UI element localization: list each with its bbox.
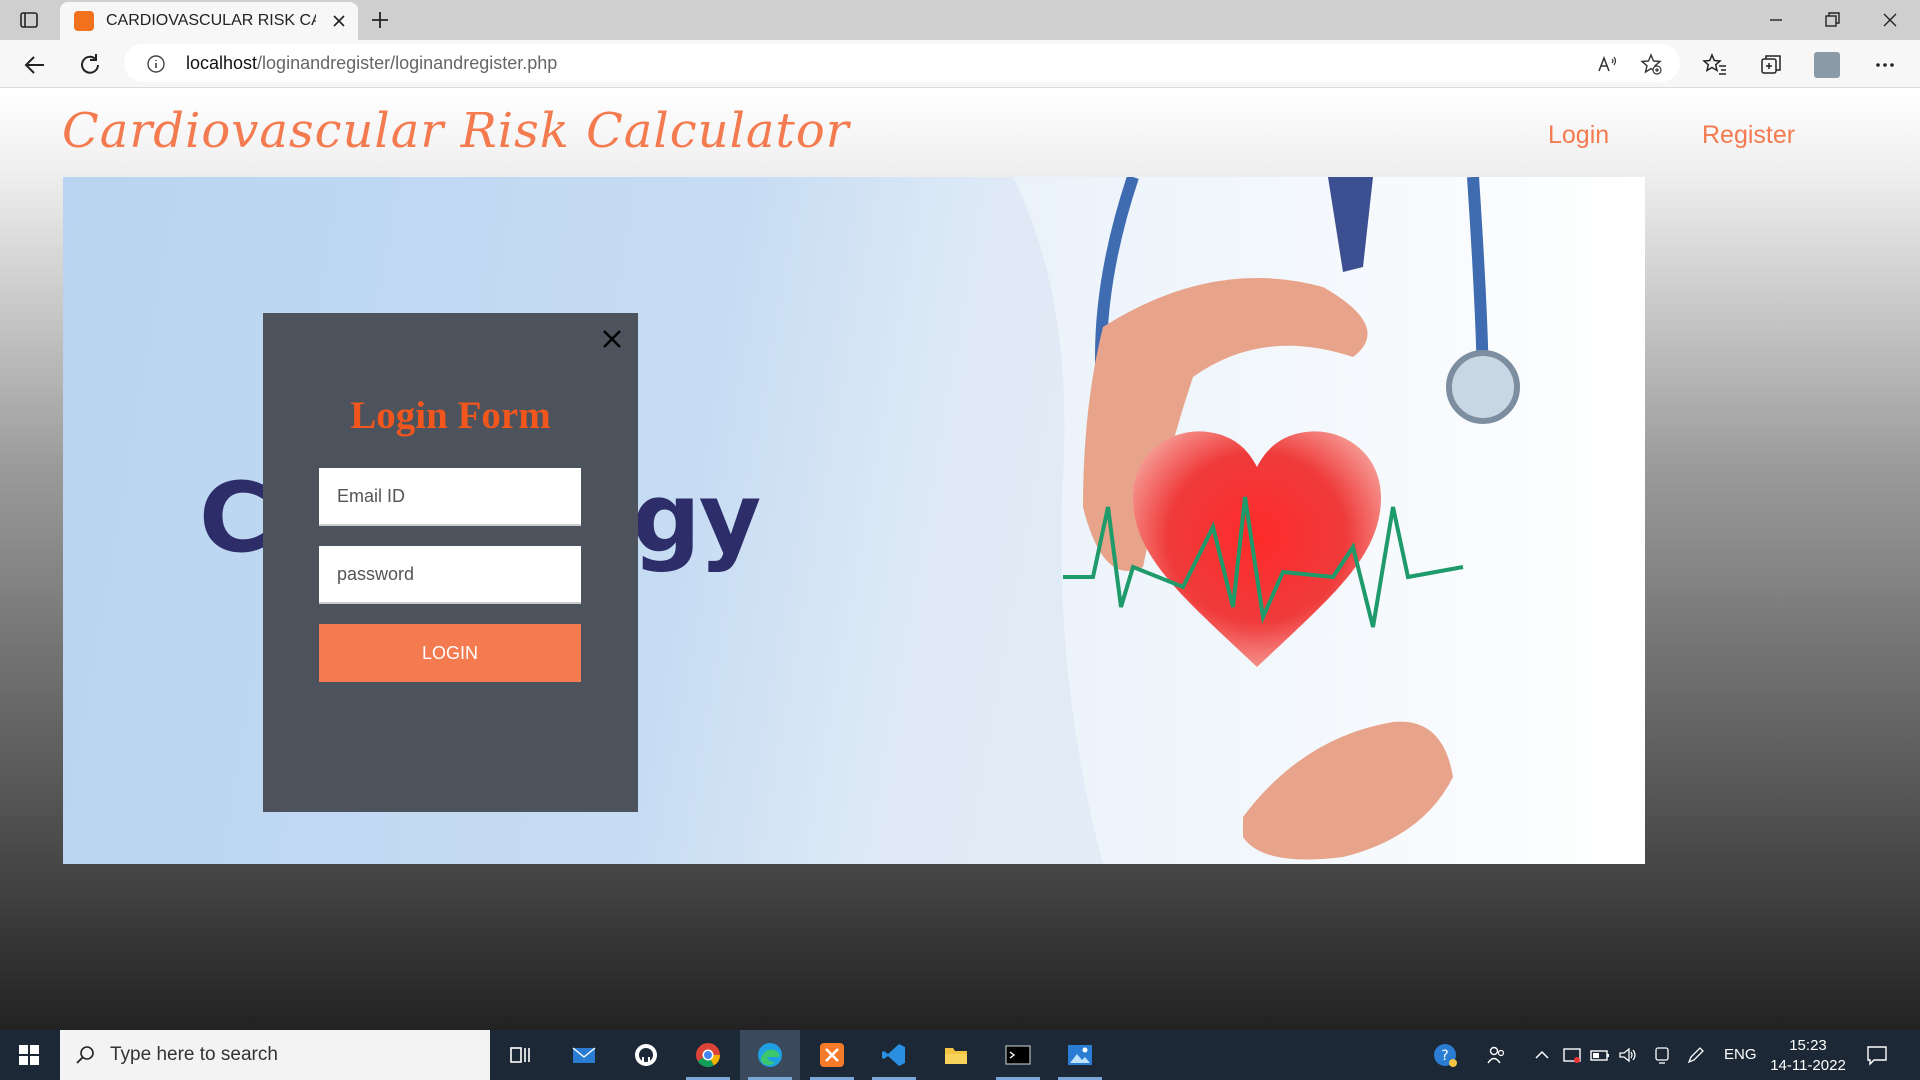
address-bar[interactable]: localhost/loginandregister/loginandregis… [124, 44, 1680, 82]
password-field[interactable] [319, 546, 581, 604]
mail-icon [572, 1047, 596, 1063]
people-icon[interactable] [1486, 1045, 1506, 1065]
taskbar-search-box[interactable]: Type here to search [60, 1030, 490, 1080]
clock-date: 14-11-2022 [1770, 1057, 1846, 1074]
edge-icon [758, 1043, 782, 1067]
read-aloud-icon[interactable] [1596, 53, 1618, 75]
taskbar-terminal-app[interactable] [988, 1030, 1048, 1080]
svg-text:?: ? [1441, 1048, 1448, 1064]
xampp-icon [820, 1043, 844, 1067]
refresh-icon[interactable] [77, 52, 103, 78]
xampp-favicon-icon [74, 11, 94, 31]
window-close-icon[interactable] [1878, 8, 1902, 32]
chrome-icon [696, 1043, 720, 1068]
windows-taskbar: Type here to search ? ENG 15:23 14-11-20… [0, 1030, 1920, 1080]
new-tab-icon[interactable] [368, 8, 392, 32]
language-indicator[interactable]: ENG [1724, 1046, 1757, 1063]
modal-close-icon[interactable] [600, 327, 624, 351]
taskbar-vscode-app[interactable] [864, 1030, 924, 1080]
terminal-icon [1005, 1045, 1031, 1065]
device-icon[interactable] [1652, 1045, 1672, 1065]
clock-time: 15:23 [1789, 1037, 1827, 1054]
login-modal: Login Form LOGIN [263, 313, 638, 812]
pen-icon[interactable] [1686, 1045, 1706, 1065]
back-arrow-icon[interactable] [22, 52, 48, 78]
security-icon[interactable] [1562, 1045, 1582, 1065]
taskbar-xampp-app[interactable] [802, 1030, 862, 1080]
browser-toolbar: localhost/loginandregister/loginandregis… [0, 40, 1920, 88]
show-hidden-icons-icon[interactable] [1532, 1045, 1552, 1065]
notifications-icon[interactable] [1866, 1044, 1888, 1066]
favorites-icon[interactable] [1702, 52, 1728, 78]
collections-icon[interactable] [1758, 52, 1784, 78]
search-placeholder: Type here to search [110, 1044, 278, 1065]
email-field[interactable] [319, 468, 581, 526]
nav-login-link[interactable]: Login [1548, 121, 1609, 150]
taskbar-explorer-app[interactable] [926, 1030, 986, 1080]
file-explorer-icon [945, 1048, 967, 1064]
task-view-icon [510, 1047, 530, 1063]
browser-tab-bar: CARDIOVASCULAR RISK CALCUL [0, 0, 1920, 40]
add-favorite-icon[interactable] [1640, 53, 1662, 75]
nav-register-link[interactable]: Register [1702, 121, 1795, 150]
tab-actions-icon[interactable] [18, 9, 40, 31]
login-form-title: Login Form [350, 394, 551, 437]
system-clock[interactable]: 15:23 14-11-2022 [1768, 1036, 1848, 1076]
more-options-icon[interactable] [1872, 52, 1898, 78]
taskbar-chrome-app[interactable] [678, 1030, 738, 1080]
browser-tab[interactable]: CARDIOVASCULAR RISK CALCUL [60, 2, 358, 40]
restore-icon[interactable] [1820, 8, 1844, 32]
vscode-icon [882, 1044, 905, 1066]
web-page: Cardiovascular Risk Calculator Login Reg… [0, 89, 1920, 1030]
tab-title: CARDIOVASCULAR RISK CALCUL [106, 12, 316, 29]
taskbar-mail-app[interactable] [554, 1030, 614, 1080]
github-desktop-icon [635, 1044, 657, 1066]
profile-avatar[interactable] [1814, 52, 1840, 78]
taskbar-edge-app[interactable] [740, 1030, 800, 1080]
site-info-icon[interactable] [146, 54, 166, 74]
url-text[interactable]: localhost/loginandregister/loginandregis… [186, 53, 557, 74]
tab-close-icon[interactable] [330, 12, 348, 30]
site-title: Cardiovascular Risk Calculator [62, 103, 850, 159]
login-button[interactable]: LOGIN [319, 624, 581, 682]
taskbar-github-app[interactable] [616, 1030, 676, 1080]
help-icon[interactable]: ? [1432, 1042, 1458, 1068]
battery-icon[interactable] [1590, 1045, 1610, 1065]
minimize-icon[interactable] [1764, 8, 1788, 32]
taskbar-photos-app[interactable] [1050, 1030, 1110, 1080]
photos-icon [1068, 1045, 1092, 1065]
task-view-button[interactable] [490, 1030, 550, 1080]
search-icon [76, 1046, 94, 1064]
windows-start-icon[interactable] [18, 1044, 40, 1066]
volume-icon[interactable] [1618, 1045, 1638, 1065]
